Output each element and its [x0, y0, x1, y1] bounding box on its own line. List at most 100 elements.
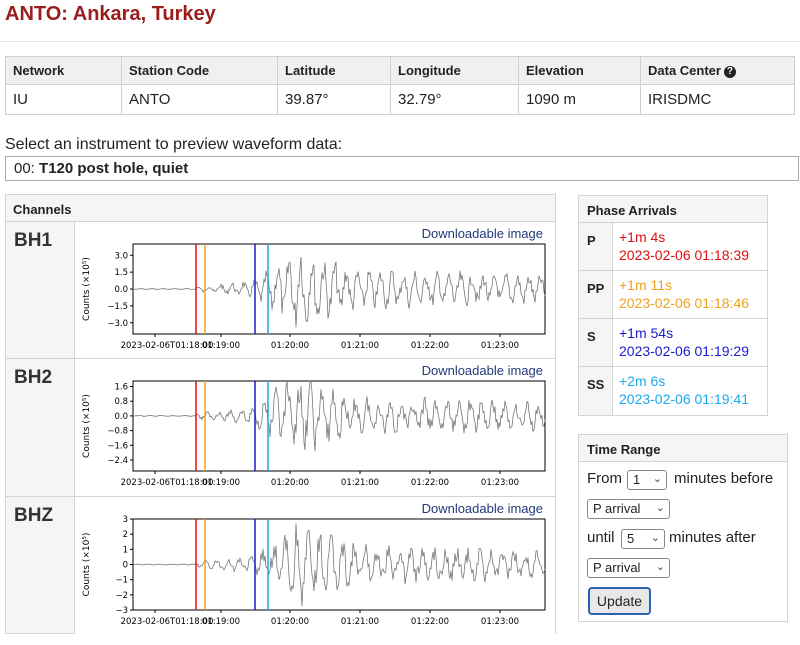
header-data-center-label: Data Center [648, 63, 721, 78]
x-tick-label: 01:23:00 [481, 478, 519, 488]
cell-longitude: 32.79° [390, 84, 519, 115]
header-station-code: Station Code [121, 56, 278, 85]
update-button[interactable]: Update [588, 587, 651, 615]
phase-row-pp: PP +1m 11s 2023-02-06 01:18:46 [579, 271, 767, 319]
phase-relative-time: +1m 54s [619, 325, 674, 341]
channels-panel: Channels BH1 Downloadable image Counts (… [5, 194, 556, 634]
end-phase-value: P arrival [593, 560, 641, 575]
x-tick-label: 01:23:00 [481, 617, 519, 627]
channel-row-bhz: BHZ Downloadable image Counts (×10⁵) 3 2 1 0… [6, 497, 555, 634]
waveform-svg: Counts (×10⁵) 3 2 1 0 −1 −2 −32023-02-06T01:18:… [82, 515, 546, 627]
chevron-down-icon: ⌄ [652, 473, 662, 485]
y-tick-label: 3.0 [114, 251, 128, 261]
phase-absolute-time: 2023-02-06 01:18:39 [619, 247, 749, 263]
cell-network: IU [5, 84, 122, 115]
y-tick-label: −3 [115, 606, 128, 616]
header-latitude: Latitude [277, 56, 391, 85]
channel-label: BH2 [14, 367, 53, 388]
start-phase-select[interactable]: P arrival ⌄ [587, 499, 670, 519]
instrument-prefix: 00: [14, 160, 40, 177]
cell-data-center: IRISDMC [640, 84, 795, 115]
chevron-down-icon: ⌄ [655, 561, 665, 573]
instrument-select[interactable]: 00: T120 post hole, quiet [5, 156, 799, 181]
x-tick-label: 2023-02-06T01:18:00 [121, 617, 214, 627]
channel-label: BHZ [14, 505, 54, 526]
waveform-svg: Counts (×10⁵) 3.0 1.5 0.0 −1.5 −3.0 2023-02-06… [82, 243, 546, 351]
waveform-svg: Counts (×10⁵) 1.6 0.8 0.0 −0.8 −1.6 −2.4 2023-0… [82, 380, 546, 488]
start-phase-value: P arrival [593, 501, 641, 516]
cell-station-code: ANTO [121, 84, 278, 115]
y-tick-label: 0.0 [114, 412, 128, 422]
y-tick-label: 0.0 [114, 285, 128, 295]
plot-frame [132, 380, 546, 472]
phase-relative-time: +1m 11s [619, 277, 673, 293]
x-tick-label: 01:20:00 [271, 478, 309, 488]
end-phase-select[interactable]: P arrival ⌄ [587, 558, 670, 578]
y-tick-label: 1 [123, 545, 128, 555]
minutes-before-label: minutes before [674, 470, 774, 487]
x-tick-label: 01:23:00 [481, 341, 519, 351]
y-tick-label: 0.8 [114, 397, 128, 407]
time-range-panel: Time Range From 1 ⌄ minutes before P arri… [578, 434, 788, 622]
y-tick-label: −3.0 [107, 319, 128, 329]
phase-relative-time: +2m 6s [619, 373, 666, 389]
y-tick-label: 1.5 [114, 268, 128, 278]
header-network: Network [5, 56, 122, 85]
channel-row-bh1: BH1 Downloadable image Counts (×10⁵) 3.0 1… [6, 222, 555, 359]
phase-row-s: S +1m 54s 2023-02-06 01:19:29 [579, 319, 767, 367]
minutes-before-select[interactable]: 1 ⌄ [627, 470, 667, 490]
page-title: ANTO: Ankara, Turkey [5, 3, 216, 25]
phase-name: SS [579, 367, 613, 415]
minutes-after-label: minutes after [669, 529, 756, 546]
y-axis-label: Counts (×10⁵) [82, 394, 92, 458]
table-header-row: Network Station Code Latitude Longitude … [5, 56, 795, 85]
x-tick-label: 01:21:00 [341, 478, 379, 488]
chevron-down-icon: ⌄ [655, 502, 665, 514]
x-tick-label: 01:20:00 [271, 617, 309, 627]
x-tick-label: 01:21:00 [341, 617, 379, 627]
y-tick-label: −2 [115, 591, 128, 601]
y-axis-label: Counts (×10⁵) [82, 533, 92, 597]
header-elevation: Elevation [518, 56, 641, 85]
x-tick-label: 01:20:00 [271, 341, 309, 351]
phase-absolute-time: 2023-02-06 01:19:29 [619, 343, 749, 359]
chevron-down-icon: ⌄ [650, 532, 660, 544]
waveform-plot-bh1: Downloadable image Counts (×10⁵) 3.0 1.5 0.… [74, 222, 555, 358]
x-tick-label: 01:22:00 [411, 617, 449, 627]
phase-absolute-time: 2023-02-06 01:19:41 [619, 391, 749, 407]
channels-header: Channels [6, 195, 555, 222]
phase-name: S [579, 319, 613, 366]
phase-name: P [579, 223, 613, 270]
cell-latitude: 39.87° [277, 84, 391, 115]
from-label: From [587, 470, 622, 487]
x-tick-label: 01:21:00 [341, 341, 379, 351]
y-axis-label: Counts (×10⁵) [82, 257, 92, 321]
y-tick-label: −1.5 [107, 302, 128, 312]
downloadable-image-link[interactable]: Downloadable image [422, 501, 543, 516]
minutes-after-value: 5 [627, 531, 635, 546]
channel-row-bh2: BH2 Downloadable image Counts (×10⁵) 1.6 0… [6, 359, 555, 497]
header-data-center[interactable]: Data Center? [640, 56, 795, 85]
y-tick-label: −0.8 [107, 427, 128, 437]
y-tick-label: 3 [123, 515, 128, 525]
x-tick-label: 2023-02-06T01:18:00 [121, 341, 214, 351]
downloadable-image-link[interactable]: Downloadable image [422, 226, 543, 241]
station-info-table: Network Station Code Latitude Longitude … [5, 56, 795, 115]
table-row: IU ANTO 39.87° 32.79° 1090 m IRISDMC [5, 84, 795, 115]
y-tick-label: 2 [123, 530, 128, 540]
header-longitude: Longitude [390, 56, 519, 85]
channel-label: BH1 [14, 230, 53, 251]
time-range-header: Time Range [579, 435, 787, 462]
phase-relative-time: +1m 4s [619, 229, 666, 245]
until-label: until [587, 529, 615, 546]
minutes-before-value: 1 [633, 472, 641, 487]
downloadable-image-link[interactable]: Downloadable image [422, 363, 543, 378]
y-tick-label: 1.6 [114, 383, 128, 393]
minutes-after-select[interactable]: 5 ⌄ [621, 529, 665, 549]
x-tick-label: 01:22:00 [411, 341, 449, 351]
help-icon[interactable]: ? [723, 66, 736, 78]
x-tick-label: 01:19:00 [202, 341, 240, 351]
x-tick-label: 01:19:00 [202, 478, 240, 488]
instrument-name: T120 post hole, quiet [39, 160, 189, 177]
phase-arrivals-panel: Phase Arrivals P +1m 4s 2023-02-06 01:18… [578, 195, 768, 416]
